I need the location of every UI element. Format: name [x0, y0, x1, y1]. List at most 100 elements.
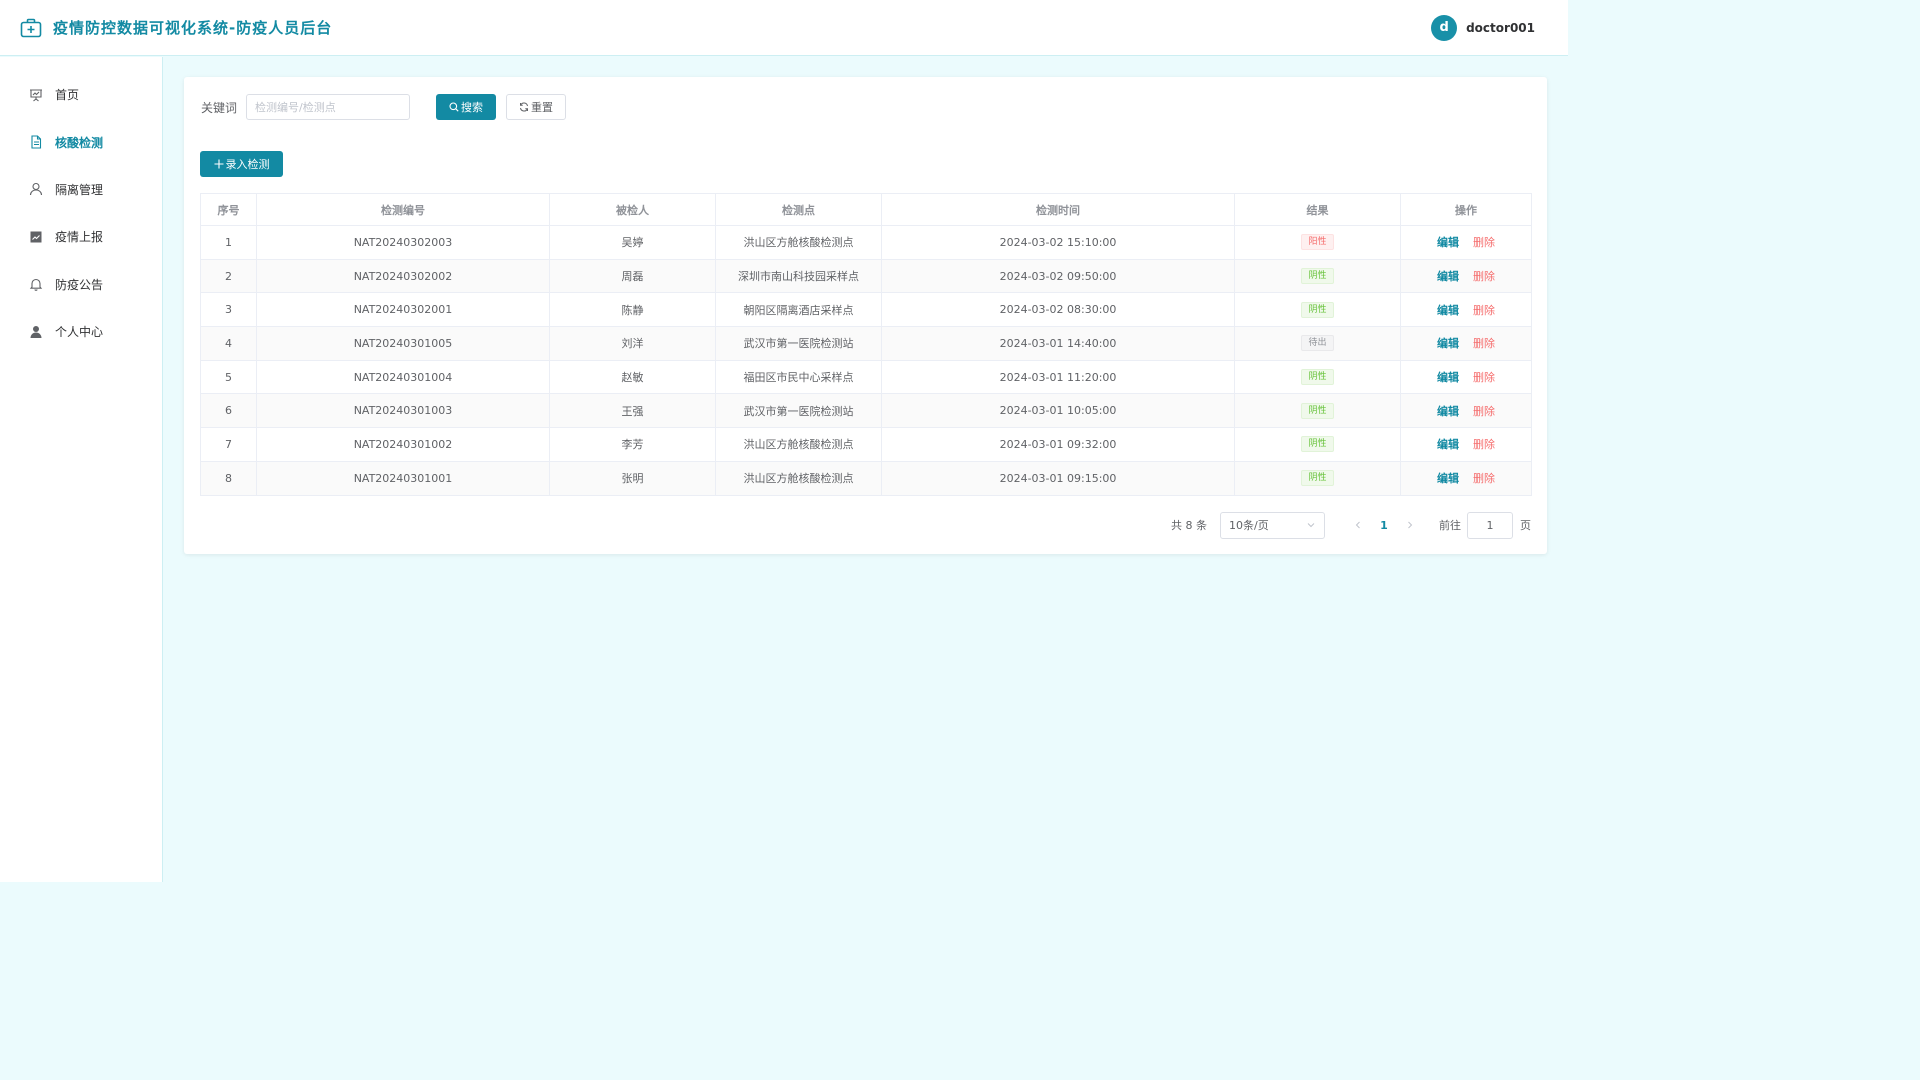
table-row: 2 NAT20240302002 周磊 深圳市南山科技园采样点 2024-03-… [200, 258, 1532, 294]
edit-link[interactable]: 编辑 [1437, 236, 1459, 249]
cell-index: 4 [200, 326, 257, 361]
cell-actions: 编辑 删除 [1400, 258, 1532, 294]
cell-result: 待出 [1234, 326, 1401, 361]
cell-person: 王强 [549, 393, 716, 429]
cell-person: 赵敏 [549, 359, 716, 395]
cell-code: NAT20240301005 [256, 326, 550, 361]
search-button[interactable]: 搜索 [436, 94, 497, 120]
avatar[interactable]: d [1431, 14, 1458, 41]
cell-time: 2024-03-01 09:15:00 [881, 460, 1235, 496]
chevron-down-icon [1306, 520, 1316, 530]
edit-link[interactable]: 编辑 [1437, 337, 1459, 350]
cell-result: 阴性 [1234, 427, 1401, 462]
prev-page-button[interactable] [1345, 512, 1371, 538]
cell-index: 8 [200, 460, 257, 496]
result-badge: 阴性 [1301, 402, 1334, 419]
cell-person: 李芳 [549, 427, 716, 462]
cell-person: 吴婷 [549, 225, 716, 260]
page-size-select[interactable]: 10条/页 [1220, 511, 1325, 539]
cell-actions: 编辑 删除 [1400, 427, 1532, 462]
cell-code: NAT20240301003 [256, 393, 550, 429]
cell-actions: 编辑 删除 [1400, 393, 1532, 429]
chart-board-icon [29, 88, 43, 102]
cell-time: 2024-03-01 09:32:00 [881, 427, 1235, 462]
table-row: 1 NAT20240302003 吴婷 洪山区方舱核酸检测点 2024-03-0… [200, 225, 1532, 260]
cell-result: 阴性 [1234, 258, 1401, 294]
next-page-button[interactable] [1397, 512, 1423, 538]
reset-button[interactable]: 重置 [506, 94, 567, 120]
delete-link[interactable]: 删除 [1473, 472, 1495, 485]
table-row: 6 NAT20240301003 王强 武汉市第一医院检测站 2024-03-0… [200, 393, 1532, 429]
edit-link[interactable]: 编辑 [1437, 304, 1459, 317]
app-title: 疫情防控数据可视化系统-防疫人员后台 [53, 19, 333, 37]
cell-time: 2024-03-01 14:40:00 [881, 326, 1235, 361]
pagination-total: 共 8 条 [1171, 519, 1207, 532]
search-input[interactable] [246, 94, 411, 120]
edit-link[interactable]: 编辑 [1437, 472, 1459, 485]
cell-result: 阴性 [1234, 393, 1401, 429]
cell-index: 1 [200, 225, 257, 260]
cell-code: NAT20240301001 [256, 460, 550, 496]
keyword-label: 关键词 [201, 100, 238, 115]
column-header: 检测编号 [256, 193, 550, 226]
sidebar-item-profile[interactable]: 个人中心 [0, 308, 162, 355]
user-menu[interactable]: d doctor001 [1431, 14, 1535, 41]
sidebar: 首页 核酸检测 隔离管理 疫情上报 防疫公告 个人中心 [0, 57, 163, 882]
sidebar-item-notice[interactable]: 防疫公告 [0, 261, 162, 308]
delete-link[interactable]: 删除 [1473, 270, 1495, 283]
cell-actions: 编辑 删除 [1400, 292, 1532, 328]
search-bar: 关键词 搜索 重置 [201, 94, 567, 120]
column-header: 序号 [200, 193, 257, 226]
table-header-row: 序号 检测编号 被检人 检测点 检测时间 结果 操作 [200, 193, 1532, 226]
refresh-icon [519, 102, 529, 112]
column-header: 操作 [1400, 193, 1532, 226]
trend-chart-icon [29, 230, 43, 244]
cell-site: 洪山区方舱核酸检测点 [715, 225, 882, 260]
column-header: 被检人 [549, 193, 716, 226]
cell-person: 陈静 [549, 292, 716, 328]
page-number-current[interactable]: 1 [1371, 512, 1397, 538]
goto-suffix: 页 [1520, 519, 1531, 532]
cell-index: 6 [200, 393, 257, 429]
cell-result: 阳性 [1234, 225, 1401, 260]
table-row: 5 NAT20240301004 赵敏 福田区市民中心采样点 2024-03-0… [200, 359, 1532, 395]
cell-index: 2 [200, 258, 257, 294]
sidebar-item-label: 首页 [55, 88, 80, 103]
plus-icon [214, 159, 224, 169]
sidebar-item-isolation[interactable]: 隔离管理 [0, 166, 162, 213]
cell-index: 3 [200, 292, 257, 328]
cell-actions: 编辑 删除 [1400, 326, 1532, 361]
column-header: 结果 [1234, 193, 1401, 226]
edit-link[interactable]: 编辑 [1437, 371, 1459, 384]
cell-actions: 编辑 删除 [1400, 460, 1532, 496]
edit-link[interactable]: 编辑 [1437, 405, 1459, 418]
sidebar-item-home[interactable]: 首页 [0, 71, 162, 118]
username[interactable]: doctor001 [1466, 21, 1535, 35]
cell-person: 周磊 [549, 258, 716, 294]
cell-result: 阴性 [1234, 292, 1401, 328]
main-card: 关键词 搜索 重置 录入检测 [184, 77, 1547, 554]
chevron-left-icon [1355, 521, 1360, 529]
search-icon [449, 102, 459, 112]
delete-link[interactable]: 删除 [1473, 337, 1495, 350]
sidebar-item-nucleic-test[interactable]: 核酸检测 [0, 118, 162, 165]
delete-link[interactable]: 删除 [1473, 304, 1495, 317]
add-test-button[interactable]: 录入检测 [200, 151, 283, 177]
edit-link[interactable]: 编辑 [1437, 438, 1459, 451]
sidebar-item-label: 隔离管理 [55, 182, 104, 197]
delete-link[interactable]: 删除 [1473, 438, 1495, 451]
delete-link[interactable]: 删除 [1473, 236, 1495, 249]
cell-code: NAT20240302002 [256, 258, 550, 294]
table-row: 3 NAT20240302001 陈静 朝阳区隔离酒店采样点 2024-03-0… [200, 292, 1532, 328]
delete-link[interactable]: 删除 [1473, 405, 1495, 418]
sidebar-item-label: 疫情上报 [55, 230, 104, 245]
table-row: 7 NAT20240301002 李芳 洪山区方舱核酸检测点 2024-03-0… [200, 427, 1532, 462]
reset-button-label: 重置 [531, 102, 554, 114]
result-badge: 阴性 [1301, 268, 1334, 285]
edit-link[interactable]: 编辑 [1437, 270, 1459, 283]
cell-actions: 编辑 删除 [1400, 359, 1532, 395]
cell-site: 深圳市南山科技园采样点 [715, 258, 882, 294]
goto-page-input[interactable] [1467, 511, 1513, 539]
sidebar-item-report[interactable]: 疫情上报 [0, 213, 162, 260]
delete-link[interactable]: 删除 [1473, 371, 1495, 384]
